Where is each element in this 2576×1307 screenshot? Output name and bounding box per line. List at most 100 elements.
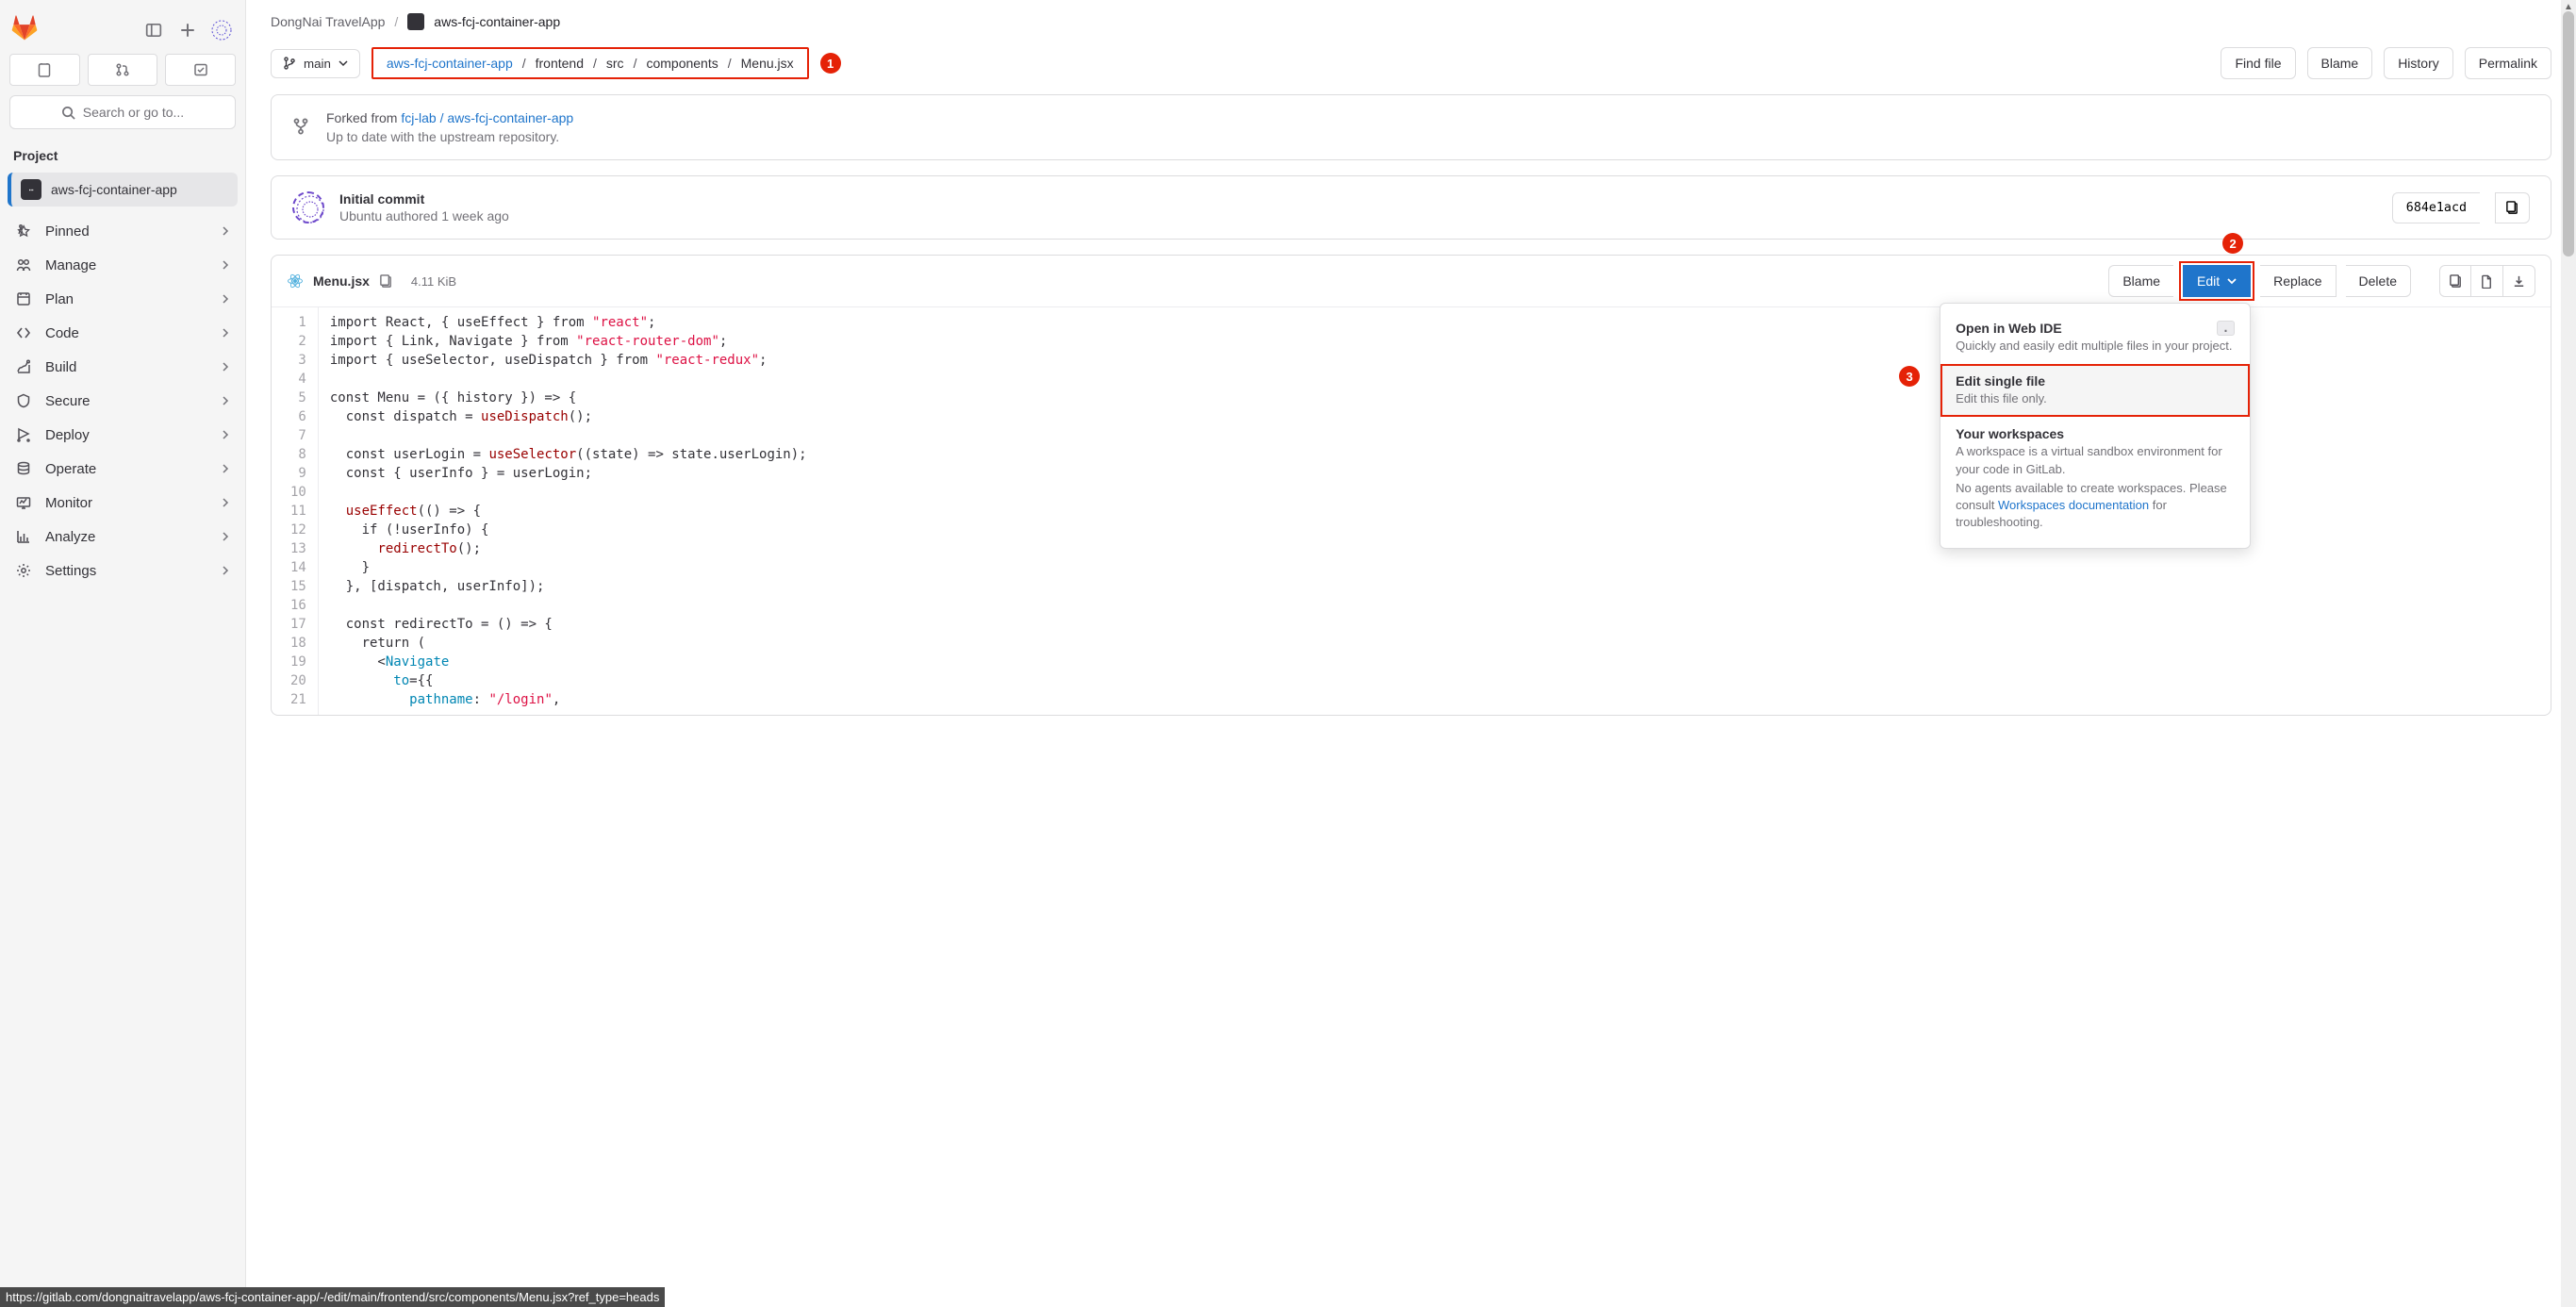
nav-label: Pinned: [45, 223, 207, 240]
commit-author[interactable]: Ubuntu: [339, 208, 382, 223]
sidebar-item-build[interactable]: Build: [0, 350, 245, 384]
issues-button[interactable]: [9, 54, 80, 86]
breadcrumb: DongNai TravelApp / aws-fcj-container-ap…: [246, 0, 2576, 43]
sidebar-item-analyze[interactable]: Analyze: [0, 520, 245, 554]
sidebar-project-row[interactable]: ⋯ aws-fcj-container-app: [8, 173, 238, 207]
main-content: DongNai TravelApp / aws-fcj-container-ap…: [246, 0, 2576, 1307]
path-segment[interactable]: src: [606, 56, 624, 71]
commit-time: 1 week ago: [441, 208, 509, 223]
path-segment[interactable]: Menu.jsx: [741, 56, 794, 71]
history-button[interactable]: History: [2384, 47, 2453, 79]
code-lines[interactable]: import React, { useEffect } from "react"…: [319, 307, 818, 715]
copy-file-path-button[interactable]: [379, 273, 396, 290]
manage-icon: [15, 256, 32, 273]
chevron-right-icon: [221, 427, 230, 443]
download-icon: [2512, 274, 2526, 289]
sidebar-collapse-icon[interactable]: [141, 18, 166, 42]
sidebar-item-plan[interactable]: Plan: [0, 282, 245, 316]
blame-button[interactable]: Blame: [2307, 47, 2373, 79]
raw-button[interactable]: [2471, 265, 2503, 297]
file-panel: Menu.jsx 4.11 KiB Blame 2 Edit: [271, 255, 2551, 716]
nav-label: Plan: [45, 291, 207, 307]
branch-name: main: [304, 57, 331, 71]
fork-icon: [292, 118, 309, 138]
edit-option-web-ide[interactable]: Open in Web IDE . Quickly and easily edi…: [1940, 311, 2250, 364]
chevron-right-icon: [221, 359, 230, 375]
fork-status: Up to date with the upstream repository.: [326, 129, 573, 144]
last-commit-panel: Initial commit Ubuntu authored 1 week ag…: [271, 175, 2551, 240]
commit-hash-button[interactable]: 684e1acd: [2392, 192, 2480, 223]
project-name: aws-fcj-container-app: [51, 182, 177, 197]
project-avatar-icon: ⋯: [21, 179, 41, 200]
search-placeholder: Search or go to...: [83, 105, 184, 120]
edit-dropdown-button[interactable]: Edit: [2183, 265, 2251, 297]
sidebar-item-settings[interactable]: Settings: [0, 554, 245, 587]
file-blame-button[interactable]: Blame: [2108, 265, 2173, 297]
todos-button[interactable]: [165, 54, 236, 86]
chevron-right-icon: [221, 257, 230, 273]
chevron-right-icon: [221, 393, 230, 409]
edit-option-workspaces[interactable]: Your workspaces A workspace is a virtual…: [1940, 417, 2250, 540]
breadcrumb-project[interactable]: aws-fcj-container-app: [434, 14, 560, 29]
path-segment[interactable]: aws-fcj-container-app: [387, 56, 513, 71]
chevron-down-icon: [339, 58, 348, 68]
sidebar-item-pinned[interactable]: Pinned: [0, 214, 245, 248]
clipboard-icon: [2505, 201, 2519, 215]
settings-icon: [15, 562, 32, 579]
branch-selector[interactable]: main: [271, 49, 360, 78]
sidebar-item-secure[interactable]: Secure: [0, 384, 245, 418]
add-icon[interactable]: [175, 18, 200, 42]
fork-prefix: Forked from: [326, 110, 401, 125]
branch-icon: [283, 57, 296, 70]
annotation-callout-3: 3: [1899, 366, 1920, 387]
download-button[interactable]: [2503, 265, 2535, 297]
file-header: Menu.jsx 4.11 KiB Blame 2 Edit: [272, 256, 2551, 306]
copy-contents-button[interactable]: [2439, 265, 2471, 297]
analyze-icon: [15, 528, 32, 545]
sidebar-item-monitor[interactable]: Monitor: [0, 486, 245, 520]
sidebar-item-deploy[interactable]: Deploy: [0, 418, 245, 452]
nav-label: Secure: [45, 393, 207, 409]
fork-source-link[interactable]: fcj-lab / aws-fcj-container-app: [401, 110, 573, 125]
sidebar-item-manage[interactable]: Manage: [0, 248, 245, 282]
gitlab-logo[interactable]: [11, 15, 38, 44]
merge-requests-button[interactable]: [88, 54, 158, 86]
chevron-right-icon: [221, 325, 230, 341]
scrollbar-thumb[interactable]: [2563, 11, 2574, 256]
commit-author-avatar[interactable]: [292, 191, 324, 223]
edit-option-single-file[interactable]: Edit single file Edit this file only.: [1940, 364, 2250, 417]
web-ide-shortcut: .: [2217, 321, 2235, 336]
nav-label: Manage: [45, 257, 207, 273]
workspaces-doc-link[interactable]: Workspaces documentation: [1998, 498, 2149, 512]
nav-label: Monitor: [45, 495, 207, 511]
chevron-right-icon: [221, 461, 230, 477]
sidebar-item-operate[interactable]: Operate: [0, 452, 245, 486]
find-file-button[interactable]: Find file: [2221, 47, 2295, 79]
vertical-scrollbar[interactable]: ▲: [2561, 0, 2576, 1307]
path-segment[interactable]: components: [646, 56, 718, 71]
breadcrumb-group[interactable]: DongNai TravelApp: [271, 14, 385, 29]
permalink-button[interactable]: Permalink: [2465, 47, 2551, 79]
copy-commit-hash-button[interactable]: [2495, 192, 2530, 223]
browser-status-url: https://gitlab.com/dongnaitravelapp/aws-…: [0, 1287, 665, 1307]
chevron-right-icon: [221, 529, 230, 545]
chevron-right-icon: [221, 495, 230, 511]
chevron-right-icon: [221, 291, 230, 307]
delete-button[interactable]: Delete: [2346, 265, 2411, 297]
nav-label: Settings: [45, 563, 207, 579]
react-file-icon: [287, 273, 304, 290]
search-icon: [61, 106, 75, 120]
nav-label: Build: [45, 359, 207, 375]
search-input[interactable]: Search or go to...: [9, 95, 236, 129]
deploy-icon: [15, 426, 32, 443]
path-segment[interactable]: frontend: [536, 56, 584, 71]
sidebar-heading: Project: [0, 142, 245, 169]
commit-message[interactable]: Initial commit: [339, 191, 509, 207]
replace-button[interactable]: Replace: [2260, 265, 2336, 297]
file-size: 4.11 KiB: [411, 274, 456, 289]
user-avatar-icon[interactable]: [209, 18, 234, 42]
sidebar-item-code[interactable]: Code: [0, 316, 245, 350]
chevron-down-icon: [2227, 276, 2237, 286]
edit-dropdown-menu: 3 Open in Web IDE . Quickly and easily e…: [1940, 303, 2251, 549]
nav-label: Deploy: [45, 427, 207, 443]
